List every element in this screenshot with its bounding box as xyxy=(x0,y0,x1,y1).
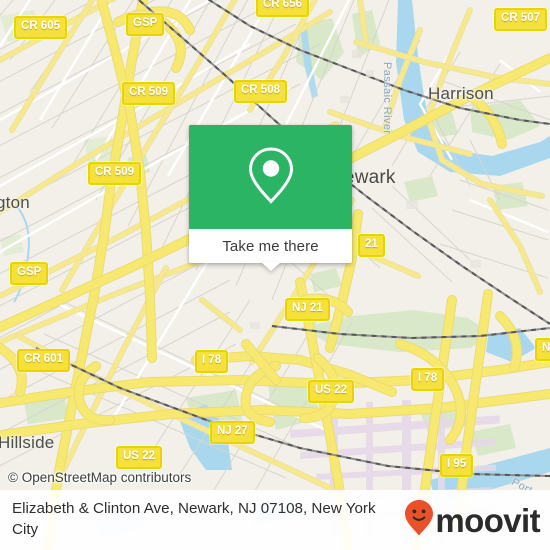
shield-nj-27[interactable]: NJ 27 xyxy=(210,421,255,444)
map-screenshot: .minor{stroke:#d7d5ce;stroke-width:1;fil… xyxy=(0,0,550,550)
shield-cr-656[interactable]: CR 656 xyxy=(256,0,309,17)
place-label-harrison: Harrison xyxy=(428,84,494,103)
shield-nj-21-b[interactable]: NJ 21 xyxy=(285,298,330,321)
place-label-hillside: Hillside xyxy=(0,433,55,452)
popup-card-header xyxy=(189,125,352,229)
popup-card-body[interactable]: Take me there xyxy=(189,125,352,263)
map-popup-card[interactable]: Take me there xyxy=(189,125,352,271)
take-me-there-button[interactable]: Take me there xyxy=(189,229,352,263)
moovit-pin-icon xyxy=(404,499,434,542)
shield-nj-right[interactable]: NJ xyxy=(535,338,550,361)
shield-nj-21-a[interactable]: 21 xyxy=(358,234,385,257)
shield-gsp-top[interactable]: GSP xyxy=(126,13,165,36)
place-label-irvington: gton xyxy=(0,193,30,212)
address-text: Elizabeth & Clinton Ave, Newark, NJ 0710… xyxy=(12,500,376,538)
shield-cr-509-b[interactable]: CR 509 xyxy=(88,162,141,185)
shield-cr-601[interactable]: CR 601 xyxy=(17,349,70,372)
bottom-bar: Elizabeth & Clinton Ave, Newark, NJ 0710… xyxy=(0,490,550,550)
shield-gsp-left[interactable]: GSP xyxy=(10,262,49,285)
shield-cr-508[interactable]: CR 508 xyxy=(234,80,287,103)
shield-us-22-a[interactable]: US 22 xyxy=(308,380,354,403)
shield-i-78-a[interactable]: I 78 xyxy=(195,350,229,373)
moovit-wordmark: moovit xyxy=(435,501,540,539)
shield-i-95[interactable]: I 95 xyxy=(440,454,474,477)
shield-us-22-b[interactable]: US 22 xyxy=(116,446,162,469)
moovit-logo[interactable]: moovit xyxy=(404,499,550,542)
shield-cr-605[interactable]: CR 605 xyxy=(14,16,67,39)
shield-i-78-b[interactable]: I 78 xyxy=(411,368,445,391)
map-canvas[interactable]: .minor{stroke:#d7d5ce;stroke-width:1;fil… xyxy=(0,0,550,550)
take-me-there-label: Take me there xyxy=(222,237,319,255)
water-label-passaic-river: Passaic River xyxy=(381,62,393,135)
shield-cr-507[interactable]: CR 507 xyxy=(494,8,547,31)
shield-cr-509-a[interactable]: CR 509 xyxy=(122,82,175,105)
location-pin-icon xyxy=(245,144,297,211)
osm-attribution[interactable]: © OpenStreetMap contributors xyxy=(8,470,191,485)
popup-card-tail xyxy=(261,262,281,271)
